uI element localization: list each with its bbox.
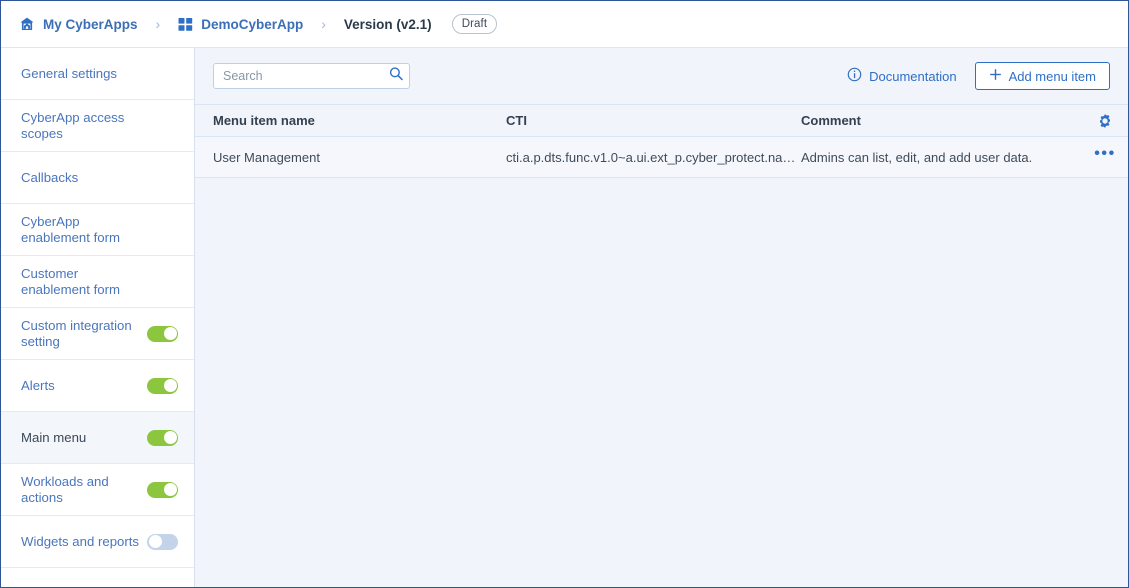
sidebar-toggle-switch[interactable]: [147, 377, 178, 394]
sidebar-item-main-menu[interactable]: Main menu: [1, 412, 194, 464]
status-badge: Draft: [451, 14, 498, 34]
row-actions-cell: •••: [1076, 143, 1116, 172]
app-window: My CyberApps › DemoCyberApp › Version (v…: [0, 0, 1129, 588]
sidebar-toggle-switch[interactable]: [147, 325, 178, 342]
toggle-knob: [148, 535, 162, 548]
table-header-row: Menu item name CTI Comment: [195, 104, 1128, 137]
documentation-link[interactable]: Documentation: [847, 67, 957, 85]
column-settings-cell: [1076, 110, 1116, 132]
table-body: User Management cti.a.p.dts.func.v1.0~a.u…: [195, 137, 1128, 178]
sidebar-item-label: Main menu: [21, 429, 87, 445]
breadcrumb-link-label[interactable]: DemoCyberApp: [201, 17, 303, 32]
sidebar-item-label: General settings: [21, 65, 118, 81]
sidebar-item-customer-enablement-form[interactable]: Customer enablement form: [1, 256, 194, 308]
breadcrumb-link-label[interactable]: My CyberApps: [43, 17, 138, 32]
search-input[interactable]: [213, 63, 410, 89]
breadcrumb: My CyberApps › DemoCyberApp › Version (v…: [1, 1, 1128, 48]
sidebar-item-label: Customer enablement form: [21, 265, 120, 297]
sidebar-item-label: Callbacks: [21, 169, 79, 185]
sidebar-item-general-settings[interactable]: General settings: [1, 48, 194, 100]
toggle-knob: [163, 327, 177, 340]
cell-cti: cti.a.p.dts.func.v1.0~a.ui.ext_p.cyber_p…: [506, 149, 796, 165]
sidebar-item-callbacks[interactable]: Callbacks: [1, 152, 194, 204]
search-box: [213, 63, 410, 89]
sidebar-item-label: Widgets and reports: [21, 533, 140, 549]
info-circle-icon: [847, 67, 862, 85]
home-icon: [19, 16, 35, 32]
column-header-menu-item-name: Menu item name: [213, 113, 315, 128]
sidebar-item-label: Custom integration setting: [21, 317, 132, 349]
version-label: Version (v2.1): [343, 16, 432, 32]
toggle-knob: [163, 483, 177, 496]
cell-comment: Admins can list, edit, and add user data…: [801, 149, 1033, 165]
main-content: Documentation Add menu item: [195, 48, 1128, 587]
sidebar-item-label: CyberApp enablement form: [21, 213, 120, 245]
sidebar-item-cyberapp-access-scopes[interactable]: CyberApp access scopes: [1, 100, 194, 152]
toggle-knob: [163, 431, 177, 444]
cell-menu-item-name: User Management: [213, 149, 320, 165]
sidebar-item-custom-integration-setting[interactable]: Custom integration setting: [1, 308, 194, 360]
breadcrumb-item-demo-cyberapp[interactable]: DemoCyberApp: [178, 17, 303, 32]
breadcrumb-separator-1: ›: [155, 16, 161, 32]
grid-apps-icon: [178, 17, 193, 32]
sidebar-item-workloads-and-actions[interactable]: Workloads and actions: [1, 464, 194, 516]
add-menu-item-button[interactable]: Add menu item: [974, 62, 1110, 90]
toolbar: Documentation Add menu item: [195, 48, 1128, 104]
toggle-knob: [163, 379, 177, 392]
add-menu-item-label: Add menu item: [1008, 68, 1096, 84]
documentation-label: Documentation: [869, 68, 957, 84]
table-row[interactable]: User Management cti.a.p.dts.func.v1.0~a.u…: [195, 137, 1128, 178]
empty-area: [195, 178, 1128, 587]
sidebar-item-label: Alerts: [21, 377, 55, 393]
sidebar-toggle-switch[interactable]: [147, 481, 178, 498]
body: General settings CyberApp access scopes Ca…: [1, 48, 1128, 587]
sidebar-item-label: CyberApp access scopes: [21, 109, 125, 141]
sidebar-item-label: Workloads and actions: [21, 473, 109, 505]
sidebar-item-widgets-and-reports[interactable]: Widgets and reports: [1, 516, 194, 568]
menu-items-table: Menu item name CTI Comment User Manageme…: [195, 104, 1128, 178]
ellipsis-icon[interactable]: •••: [1094, 143, 1116, 172]
breadcrumb-item-version: Version (v2.1) Draft: [343, 14, 498, 34]
toolbar-actions: Documentation Add menu item: [847, 62, 1110, 90]
sidebar-item-cyberapp-enablement-form[interactable]: CyberApp enablement form: [1, 204, 194, 256]
sidebar-toggle-switch[interactable]: [147, 533, 178, 550]
sidebar: General settings CyberApp access scopes Ca…: [1, 48, 195, 587]
sidebar-item-alerts[interactable]: Alerts: [1, 360, 194, 412]
plus-icon: [989, 68, 1002, 84]
breadcrumb-separator-2: ›: [321, 16, 326, 32]
column-header-cti: CTI: [506, 113, 527, 128]
sidebar-toggle-switch[interactable]: [147, 429, 178, 446]
column-header-comment: Comment: [801, 113, 861, 128]
gear-icon[interactable]: [1094, 110, 1116, 132]
breadcrumb-item-my-cyberapps[interactable]: My CyberApps: [19, 16, 138, 32]
